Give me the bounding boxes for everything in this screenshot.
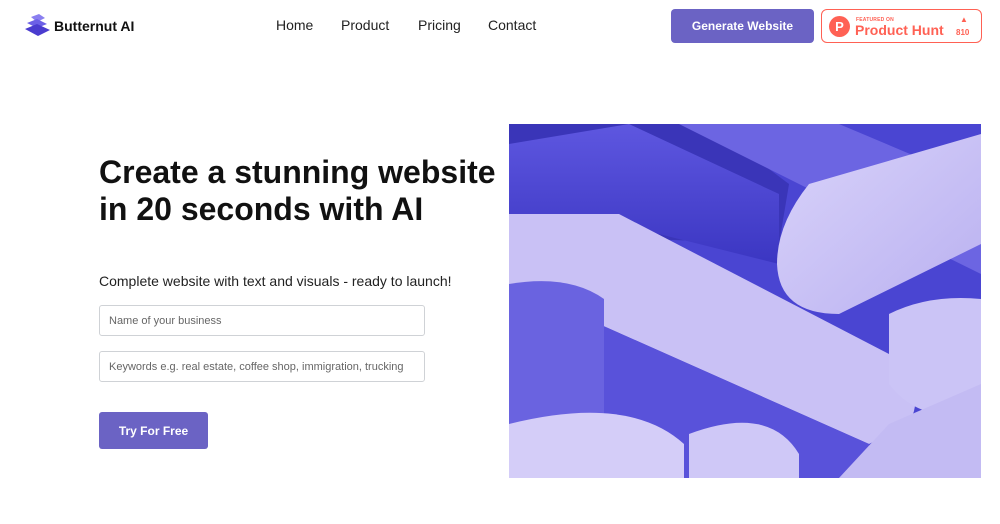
abstract-3d-shapes-image: [509, 124, 981, 478]
product-hunt-name: Product Hunt: [855, 22, 944, 38]
up-triangle-icon: ▲: [960, 15, 968, 24]
hero-headline: Create a stunning website in 20 seconds …: [99, 154, 496, 227]
nav-contact[interactable]: Contact: [488, 17, 536, 33]
top-navigation-bar: Butternut AI Home Product Pricing Contac…: [0, 0, 1000, 52]
business-name-input[interactable]: [99, 305, 425, 336]
nav-product[interactable]: Product: [341, 17, 389, 33]
keywords-input[interactable]: [99, 351, 425, 382]
product-hunt-upvote-count: 810: [956, 28, 970, 37]
product-hunt-badge[interactable]: P FEATURED ON Product Hunt ▲ 810: [821, 9, 982, 43]
nav-home[interactable]: Home: [276, 17, 313, 33]
nav-pricing[interactable]: Pricing: [418, 17, 461, 33]
try-for-free-button[interactable]: Try For Free: [99, 412, 208, 449]
hero-illustration: [509, 124, 981, 478]
generate-website-button[interactable]: Generate Website: [671, 9, 814, 43]
hero-subheadline: Complete website with text and visuals -…: [99, 273, 452, 289]
product-hunt-logo-icon: P: [829, 16, 850, 37]
